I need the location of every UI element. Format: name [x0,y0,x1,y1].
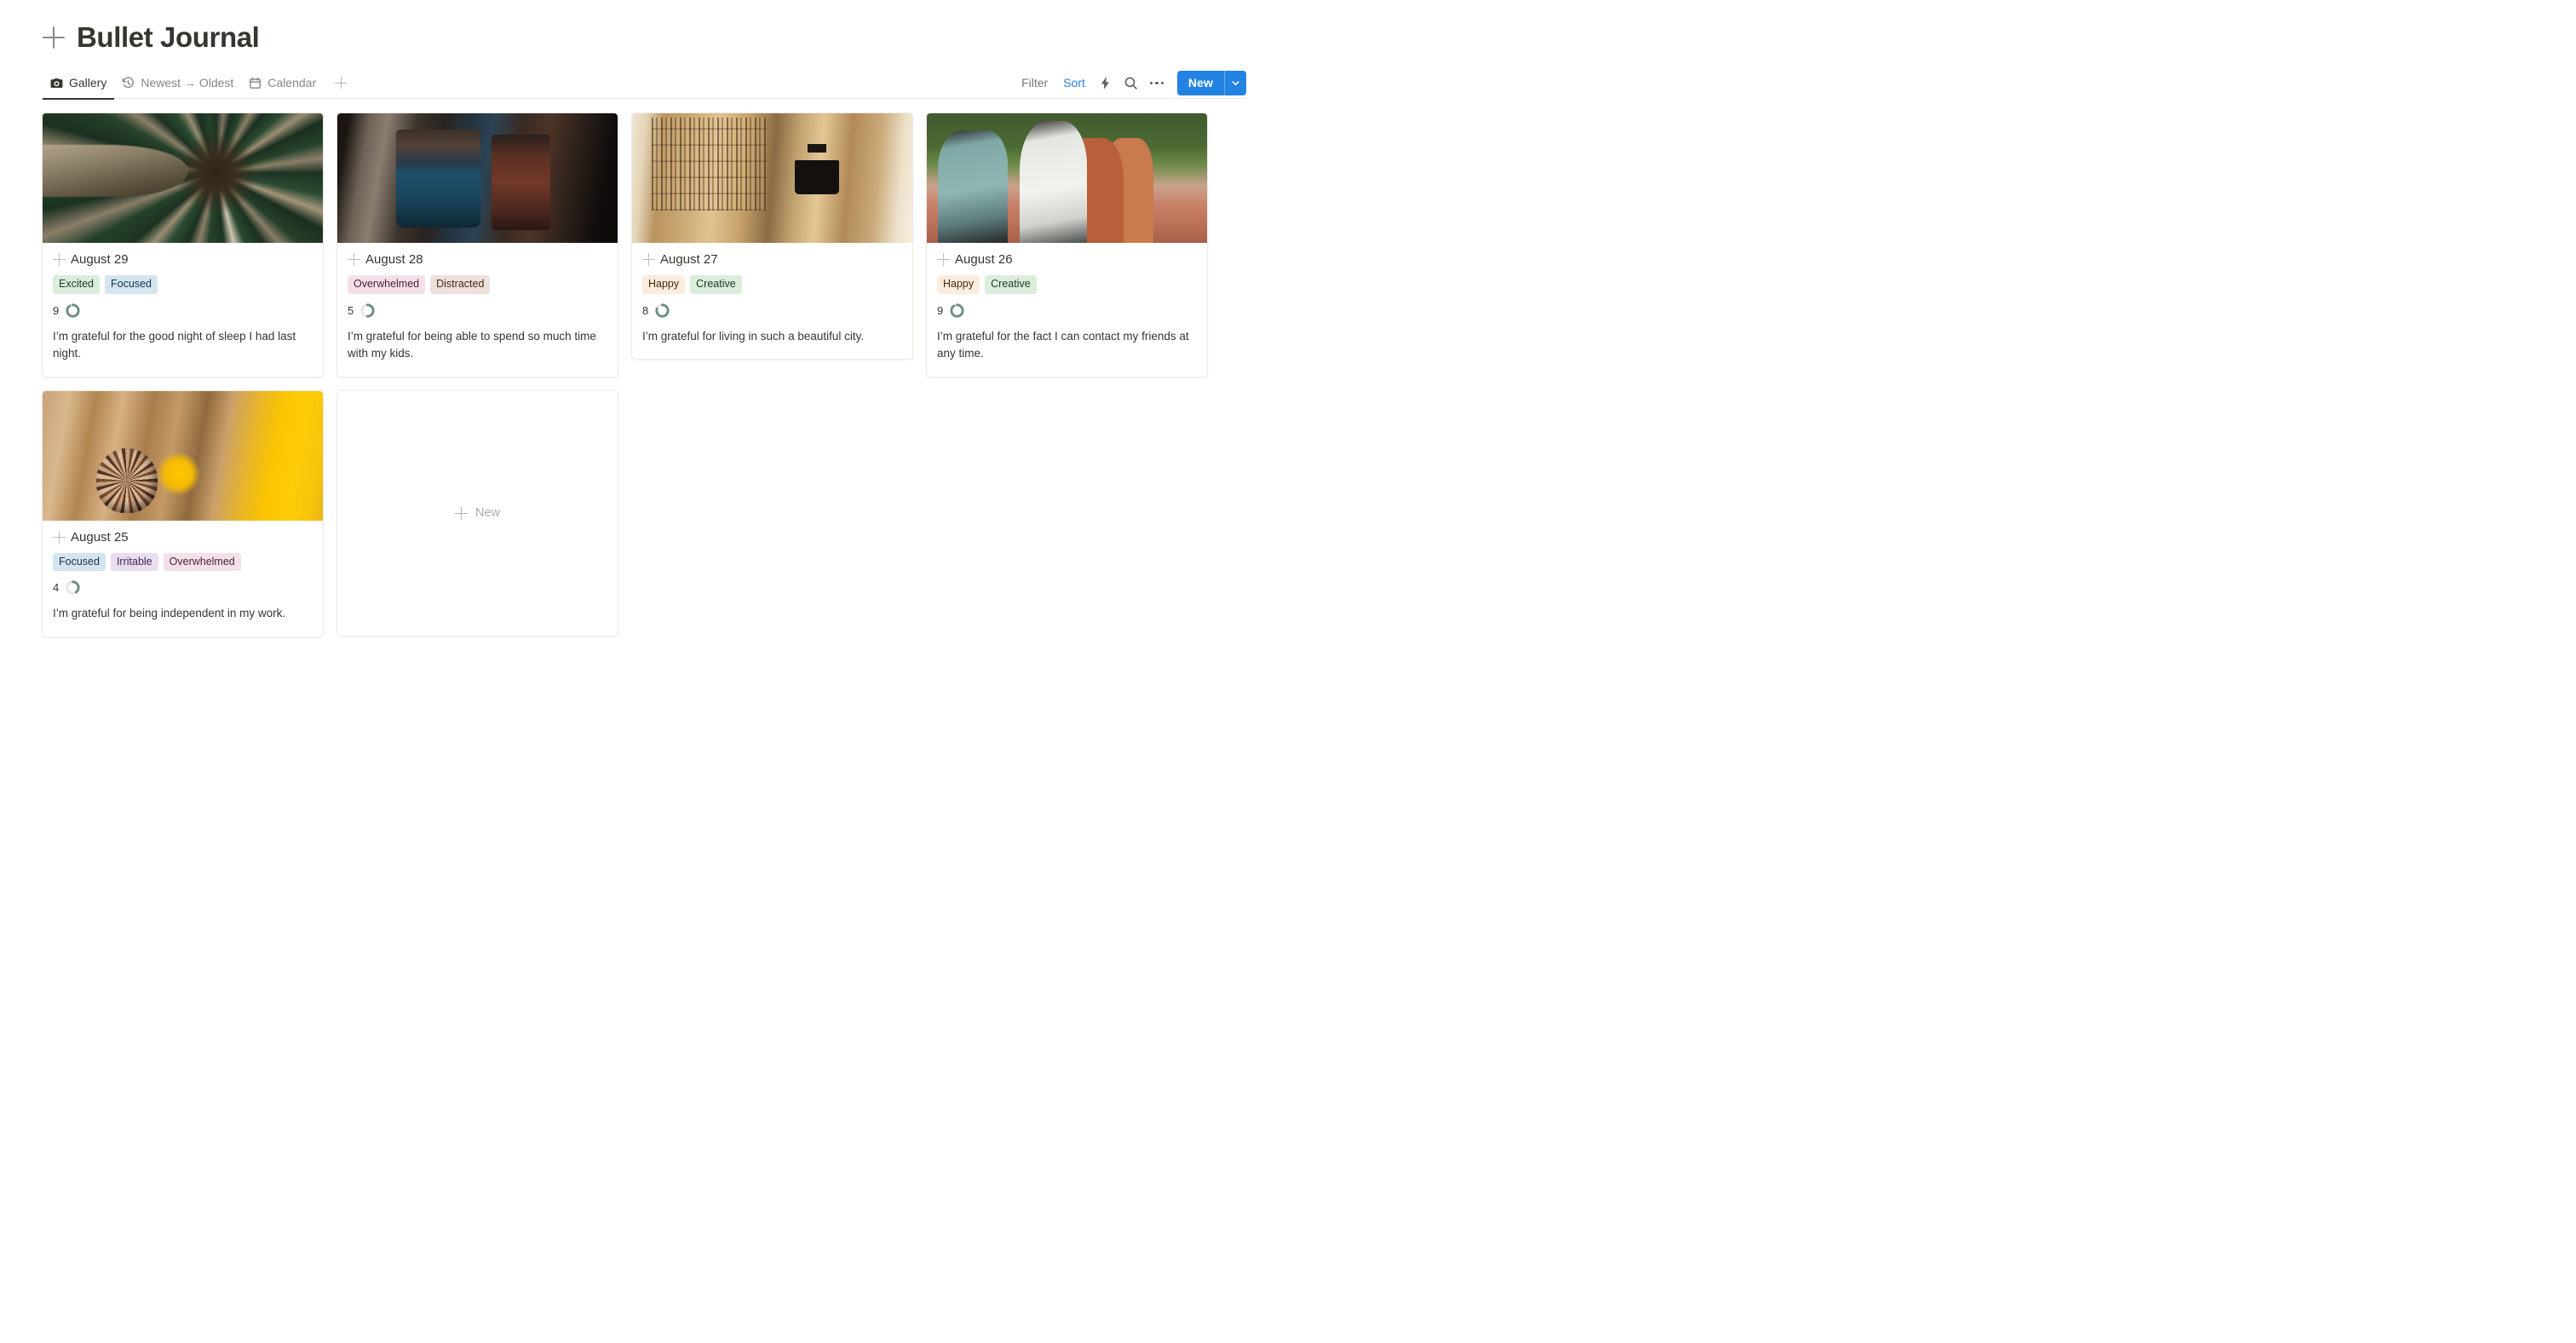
rating-value: 9 [937,303,944,317]
tab-newest-oldest[interactable]: Newest → Oldest [114,67,241,99]
table-row[interactable]: August 26 Happy Creative 9 I’m grateful … [926,112,1208,378]
status-badge[interactable]: Happy [937,275,980,294]
history-icon [122,77,135,89]
view-tabs: Gallery Newest → Oldest Calendar [43,67,353,100]
card-photo [927,113,1207,244]
table-row[interactable]: August 29 Excited Focused 9 I’m grateful… [42,112,324,378]
tab-newest-oldest-label: Newest → Oldest [141,76,234,90]
card-photo [43,113,323,244]
rating-value: 5 [348,303,354,317]
camera-icon [50,77,63,89]
card-tags: Excited Focused [53,275,312,294]
card-tags: Happy Creative [937,275,1196,294]
filter-button[interactable]: Filter [1014,72,1055,94]
add-page-icon[interactable] [43,26,65,49]
card-title: August 25 [71,529,129,545]
card-rating: 5 [348,302,607,320]
card-title: August 27 [660,252,718,268]
card-note: I’m grateful for the good night of sleep… [53,329,296,360]
card-tags: Happy Creative [642,275,901,294]
rating-ring-icon [360,303,375,318]
rating-ring-icon [655,303,670,318]
open-entry-icon[interactable] [53,530,66,544]
rating-ring-icon [950,303,964,318]
card-rating: 4 [53,579,312,597]
status-badge[interactable]: Overwhelmed [163,552,241,572]
card-gallery: August 29 Excited Focused 9 I’m grateful… [42,112,1246,637]
rating-value: 4 [53,581,60,595]
card-note: I’m grateful for being independent in my… [53,607,286,620]
new-button[interactable]: New [1176,70,1246,95]
status-badge[interactable]: Focused [105,275,158,294]
open-entry-icon[interactable] [642,253,655,267]
rating-value: 9 [53,303,60,317]
search-icon[interactable] [1118,71,1144,95]
card-rating: 8 [642,302,901,320]
tab-calendar-label: Calendar [267,76,317,90]
plus-icon [454,506,468,520]
status-badge[interactable]: Creative [690,275,742,294]
card-rating: 9 [53,302,312,320]
card-rating: 9 [937,302,1196,320]
card-note: I’m grateful for being able to spend so … [348,329,596,360]
card-title: August 26 [955,252,1013,268]
card-photo [43,390,323,521]
table-row[interactable]: August 27 Happy Creative 8 I’m grateful … [631,112,913,360]
new-entry-label: New [474,506,500,521]
status-badge[interactable]: Creative [985,275,1037,294]
status-badge[interactable]: Excited [53,275,100,294]
ellipsis-icon[interactable] [1144,71,1170,95]
card-title: August 29 [71,252,129,268]
open-entry-icon[interactable] [937,253,950,267]
rating-ring-icon [66,303,80,318]
table-row[interactable]: August 25 Focused Irritable Overwhelmed … [42,389,324,637]
rating-value: 8 [642,303,649,317]
card-photo [632,113,912,244]
card-note: I’m grateful for the fact I can contact … [937,329,1189,360]
table-row[interactable]: August 28 Overwhelmed Distracted 5 I’m g… [336,112,618,378]
add-view-button[interactable] [329,71,353,95]
card-title: August 28 [365,252,423,268]
card-note: I’m grateful for living in such a beauti… [642,329,865,343]
tab-calendar[interactable]: Calendar [241,67,324,99]
chevron-down-icon[interactable] [1225,71,1246,95]
tab-gallery[interactable]: Gallery [43,67,115,100]
tab-gallery-label: Gallery [69,76,107,90]
rating-ring-icon [66,580,80,595]
status-badge[interactable]: Irritable [110,552,158,572]
gallery-page: Bullet Journal Gallery Newest → Oldest C… [0,0,1288,672]
status-badge[interactable]: Happy [642,275,686,294]
open-entry-icon[interactable] [53,253,66,267]
card-tags: Overwhelmed Distracted [348,275,607,294]
status-badge[interactable]: Distracted [430,275,491,294]
view-toolbar: Filter Sort New [1014,70,1246,95]
new-entry-card[interactable]: New [336,389,618,637]
calendar-icon [249,77,262,89]
new-button-label: New [1187,76,1213,90]
status-badge[interactable]: Overwhelmed [348,275,426,294]
page-title: Bullet Journal [77,21,260,53]
open-entry-icon[interactable] [348,253,360,267]
sort-button[interactable]: Sort [1055,72,1093,94]
page-header: Bullet Journal [42,0,1246,53]
lightning-icon[interactable] [1093,71,1118,95]
card-photo [337,113,618,244]
view-tabbar: Gallery Newest → Oldest Calendar Filter … [42,67,1246,100]
card-tags: Focused Irritable Overwhelmed [53,552,312,572]
status-badge[interactable]: Focused [53,552,106,572]
